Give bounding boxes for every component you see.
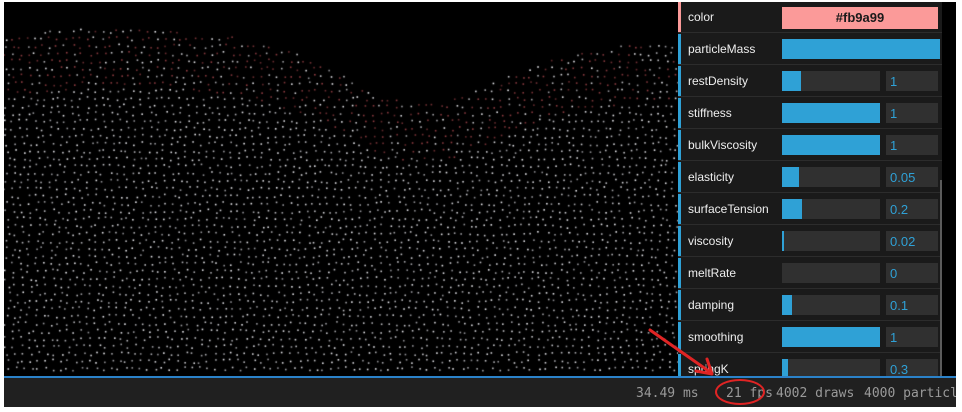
slider-fill-particleMass	[782, 39, 940, 59]
slider-viscosity[interactable]	[782, 231, 880, 251]
param-label-springK: springK	[688, 362, 729, 376]
param-row-bulkViscosity: bulkViscosity 1	[678, 130, 942, 161]
slider-bulkViscosity[interactable]	[782, 135, 880, 155]
param-label-meltRate: meltRate	[688, 266, 737, 280]
color-swatch[interactable]: #fb9a99	[782, 7, 938, 29]
param-label-stiffness: stiffness	[688, 106, 732, 120]
particles-stat: 4000 particles	[864, 386, 956, 401]
param-row-stripe	[678, 226, 681, 256]
param-label-surfaceTension: surfaceTension	[688, 202, 769, 216]
param-row-stripe	[678, 354, 681, 376]
draws-value: 4002	[776, 386, 808, 401]
param-label-damping: damping	[688, 298, 735, 312]
particles-unit: particles	[903, 386, 956, 401]
param-row-meltRate: meltRate 0	[678, 258, 942, 289]
param-row-stripe	[678, 322, 681, 352]
slider-fill-damping	[782, 295, 792, 315]
slider-smoothing[interactable]	[782, 327, 880, 347]
param-row-smoothing: smoothing 1	[678, 322, 942, 353]
slider-restDensity[interactable]	[782, 71, 880, 91]
number-input-restDensity[interactable]: 1	[886, 71, 938, 91]
param-label-particleMass: particleMass	[688, 42, 756, 56]
particle-canvas[interactable]	[4, 2, 680, 376]
param-label-restDensity: restDensity	[688, 74, 749, 88]
param-row-stripe	[678, 130, 681, 160]
slider-fill-springK	[782, 359, 788, 376]
param-row-stripe	[678, 258, 681, 288]
number-input-smoothing[interactable]: 1	[886, 327, 938, 347]
slider-fill-elasticity	[782, 167, 799, 187]
number-input-springK[interactable]: 0.3	[886, 359, 938, 376]
color-row-stripe	[678, 2, 681, 32]
slider-particleMass[interactable]	[782, 39, 940, 59]
param-row-springK: springK 0.3	[678, 354, 942, 376]
color-label: color	[688, 10, 715, 24]
slider-fill-smoothing	[782, 327, 880, 347]
number-input-elasticity[interactable]: 0.05	[886, 167, 938, 187]
slider-damping[interactable]	[782, 295, 880, 315]
param-row-stripe	[678, 66, 681, 96]
number-input-bulkViscosity[interactable]: 1	[886, 135, 938, 155]
number-input-surfaceTension[interactable]: 0.2	[886, 199, 938, 219]
param-label-elasticity: elasticity	[688, 170, 735, 184]
stats-bar: 34.49 ms 21 fps 4002 draws 4000 particle…	[4, 376, 956, 407]
slider-elasticity[interactable]	[782, 167, 880, 187]
slider-fill-viscosity	[782, 231, 784, 251]
param-row-stripe	[678, 290, 681, 320]
slider-fill-surfaceTension	[782, 199, 802, 219]
number-input-stiffness[interactable]: 1	[886, 103, 938, 123]
particles-value: 4000	[864, 386, 896, 401]
param-label-viscosity: viscosity	[688, 234, 734, 248]
param-row-stripe	[678, 194, 681, 224]
param-label-smoothing: smoothing	[688, 330, 744, 344]
frame-time-value: 34.49	[636, 386, 676, 401]
param-row-damping: damping 0.1	[678, 290, 942, 321]
frame-time-stat: 34.49 ms	[636, 386, 699, 401]
fps-highlight-circle	[715, 379, 765, 405]
slider-fill-stiffness	[782, 103, 880, 123]
number-input-viscosity[interactable]: 0.02	[886, 231, 938, 251]
draws-stat: 4002 draws	[776, 386, 854, 401]
frame-time-unit: ms	[682, 386, 699, 401]
param-row-restDensity: restDensity 1	[678, 66, 942, 97]
slider-springK[interactable]	[782, 359, 880, 376]
param-row-surfaceTension: surfaceTension 0.2	[678, 194, 942, 225]
param-row-stripe	[678, 162, 681, 192]
slider-stiffness[interactable]	[782, 103, 880, 123]
number-input-meltRate[interactable]: 0	[886, 263, 938, 283]
param-label-bulkViscosity: bulkViscosity	[688, 138, 758, 152]
param-row-elasticity: elasticity 0.05	[678, 162, 942, 193]
color-row: color #fb9a99	[678, 2, 942, 33]
slider-fill-bulkViscosity	[782, 135, 880, 155]
panel-scrollbar[interactable]	[940, 180, 942, 376]
slider-fill-restDensity	[782, 71, 801, 91]
control-panel: color #fb9a99 particleMass restDensity 1st…	[678, 2, 942, 376]
slider-meltRate[interactable]	[782, 263, 880, 283]
draws-unit: draws	[815, 386, 855, 401]
param-row-viscosity: viscosity 0.02	[678, 226, 942, 257]
app-frame: color #fb9a99 particleMass restDensity 1st…	[4, 2, 956, 407]
param-row-stripe	[678, 34, 681, 64]
param-row-stiffness: stiffness 1	[678, 98, 942, 129]
param-row-stripe	[678, 98, 681, 128]
slider-surfaceTension[interactable]	[782, 199, 880, 219]
number-input-damping[interactable]: 0.1	[886, 295, 938, 315]
param-row-particleMass: particleMass	[678, 34, 942, 65]
